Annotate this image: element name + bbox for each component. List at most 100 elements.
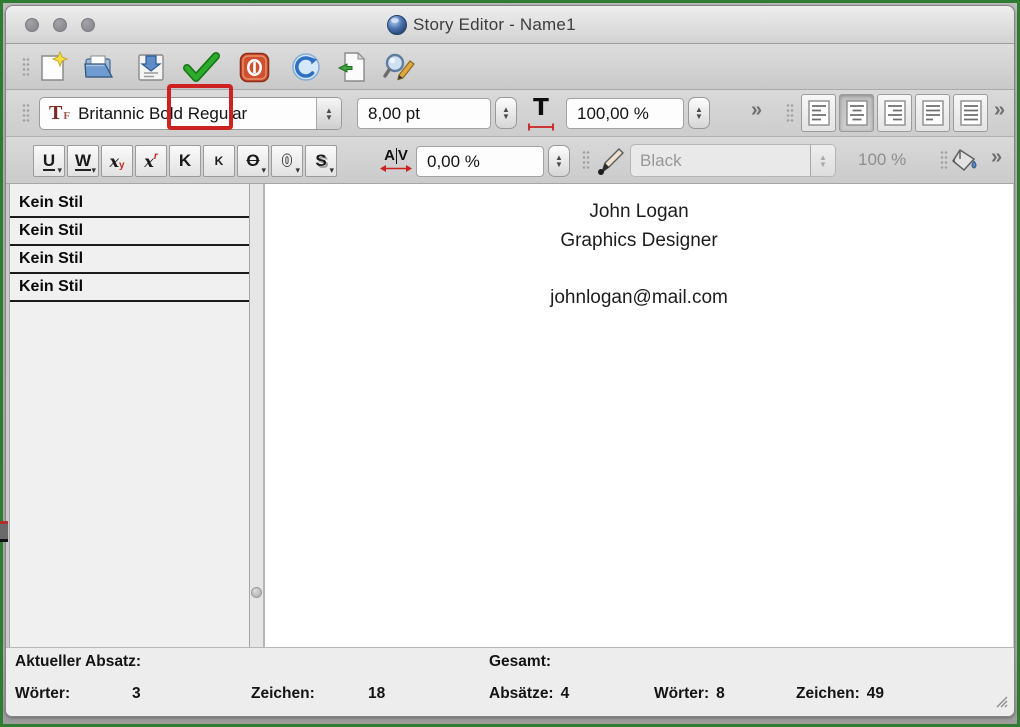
toolbar-grip[interactable] — [940, 150, 948, 170]
align-force-justify-icon — [960, 100, 982, 126]
search-replace-button[interactable] — [382, 49, 416, 85]
toolbar-overflow-chevron[interactable]: » — [751, 99, 762, 122]
total-words: Wörter: 8 — [654, 685, 725, 703]
tracking-input[interactable]: 0,00 % — [416, 146, 544, 177]
main-toolbar — [6, 44, 1014, 90]
style-row[interactable]: Kein Stil — [10, 190, 249, 218]
story-editor-window: Story Editor - Name1 — [5, 5, 1015, 717]
total-label: Gesamt: — [489, 653, 551, 671]
zoom-window-button[interactable] — [81, 18, 95, 32]
current-chars-label: Zeichen: — [251, 685, 315, 703]
align-left-icon — [808, 100, 830, 126]
combo-stepper: ▲▼ — [810, 145, 835, 176]
panel-splitter[interactable] — [250, 184, 264, 648]
align-left-button[interactable] — [801, 94, 836, 132]
editor-line: Graphics Designer — [265, 227, 1013, 256]
superscript-button[interactable]: x r — [135, 145, 167, 177]
tutorial-highlight-box — [167, 84, 233, 130]
character-toolbar: U▾ W▾ x y x r K K O▾ 0▾ — [6, 137, 1014, 184]
toolbar-grip[interactable] — [786, 103, 794, 123]
pencil-icon — [594, 146, 624, 176]
total-chars-label: Zeichen: — [796, 685, 860, 703]
save-to-file-button[interactable] — [134, 49, 168, 85]
editor-line: John Logan — [265, 198, 1013, 227]
paint-bucket-icon — [950, 147, 980, 175]
total-paragraphs: Absätze: 4 — [489, 685, 569, 703]
all-caps-button[interactable]: K — [169, 145, 201, 177]
outline-text-button[interactable]: 0▾ — [271, 145, 303, 177]
close-window-button[interactable] — [25, 18, 39, 32]
screen-edge-artifact — [0, 521, 8, 542]
style-row[interactable]: Kein Stil — [10, 274, 249, 302]
combo-stepper[interactable]: ▲▼ — [316, 98, 341, 129]
green-checkmark-icon — [181, 51, 221, 83]
subscript-button[interactable]: x y — [101, 145, 133, 177]
style-row[interactable]: Kein Stil — [10, 246, 249, 274]
window-resize-grip[interactable] — [994, 694, 1009, 709]
toolbar-grip[interactable] — [22, 57, 30, 77]
toolbar-grip[interactable] — [22, 103, 30, 123]
reload-text-button[interactable] — [289, 49, 323, 85]
open-button[interactable] — [82, 49, 116, 85]
stroke-color-button[interactable] — [592, 143, 626, 179]
scale-width-marker — [528, 123, 554, 131]
shadow-text-button[interactable]: S▾ — [305, 145, 337, 177]
align-force-justify-button[interactable] — [953, 94, 988, 132]
reload-icon — [291, 52, 321, 82]
total-paragraphs-value: 4 — [561, 685, 570, 703]
small-caps-button[interactable]: K — [203, 145, 235, 177]
minimize-window-button[interactable] — [53, 18, 67, 32]
new-story-button[interactable] — [36, 49, 70, 85]
search-edit-icon — [382, 51, 416, 83]
shade-value: 100 % — [858, 150, 906, 170]
toolbar-grip[interactable] — [582, 150, 590, 170]
underline-button[interactable]: U▾ — [33, 145, 65, 177]
font-family-icon: T F — [40, 102, 74, 125]
current-words-value: 3 — [132, 685, 141, 703]
kerning-arrow — [380, 164, 412, 173]
format-toolbar: T F Britannic Bold Regular ▲▼ 8,00 pt ▲▼… — [6, 90, 1014, 137]
editor-line — [265, 255, 1013, 284]
horizontal-scale-stepper[interactable]: ▲▼ — [688, 97, 710, 129]
align-center-button[interactable] — [839, 94, 874, 132]
open-folder-icon — [83, 53, 115, 81]
splitter-handle-icon[interactable] — [251, 587, 262, 598]
align-justify-icon — [922, 100, 944, 126]
cancel-power-icon — [239, 52, 270, 83]
align-justify-button[interactable] — [915, 94, 950, 132]
align-right-button[interactable] — [877, 94, 912, 132]
story-text-editor[interactable]: John Logan Graphics Designer johnlogan@m… — [264, 184, 1013, 648]
update-text-and-exit-button[interactable] — [181, 49, 221, 85]
tracking-stepper[interactable]: ▲▼ — [548, 145, 570, 177]
fill-color-button[interactable] — [948, 143, 982, 179]
cancel-button[interactable] — [237, 49, 271, 85]
statusbar: Aktueller Absatz: Gesamt: Wörter: 3 Zeic… — [6, 647, 1014, 716]
insert-file-button[interactable] — [335, 49, 369, 85]
current-words-label: Wörter: — [15, 685, 70, 703]
horizontal-scale-icon: T — [526, 98, 556, 136]
horizontal-scale-input[interactable]: 100,00 % — [566, 98, 684, 129]
total-words-label: Wörter: — [654, 685, 709, 703]
paragraph-styles-panel: Kein Stil Kein Stil Kein Stil Kein Stil — [9, 184, 250, 648]
save-icon — [136, 52, 166, 82]
total-chars: Zeichen: 49 — [796, 685, 884, 703]
titlebar[interactable]: Story Editor - Name1 — [6, 6, 1014, 44]
app-globe-icon — [387, 15, 407, 35]
font-size-stepper[interactable]: ▲▼ — [495, 97, 517, 129]
new-document-icon — [38, 51, 68, 83]
font-size-input[interactable]: 8,00 pt — [357, 98, 491, 129]
editor-line: johnlogan@mail.com — [265, 284, 1013, 313]
current-paragraph-label: Aktueller Absatz: — [15, 653, 141, 671]
total-chars-value: 49 — [867, 685, 884, 703]
current-chars-value: 18 — [368, 685, 385, 703]
insert-page-icon — [338, 51, 366, 83]
screenshot-root: Story Editor - Name1 — [0, 0, 1020, 727]
style-row[interactable]: Kein Stil — [10, 218, 249, 246]
toolbar-overflow-chevron[interactable]: » — [991, 146, 1002, 169]
underline-words-button[interactable]: W▾ — [67, 145, 99, 177]
toolbar-overflow-chevron[interactable]: » — [994, 99, 1005, 122]
total-words-value: 8 — [716, 685, 725, 703]
strikethrough-button[interactable]: O▾ — [237, 145, 269, 177]
align-center-icon — [846, 100, 868, 126]
kerning-icon: A V — [377, 142, 415, 178]
